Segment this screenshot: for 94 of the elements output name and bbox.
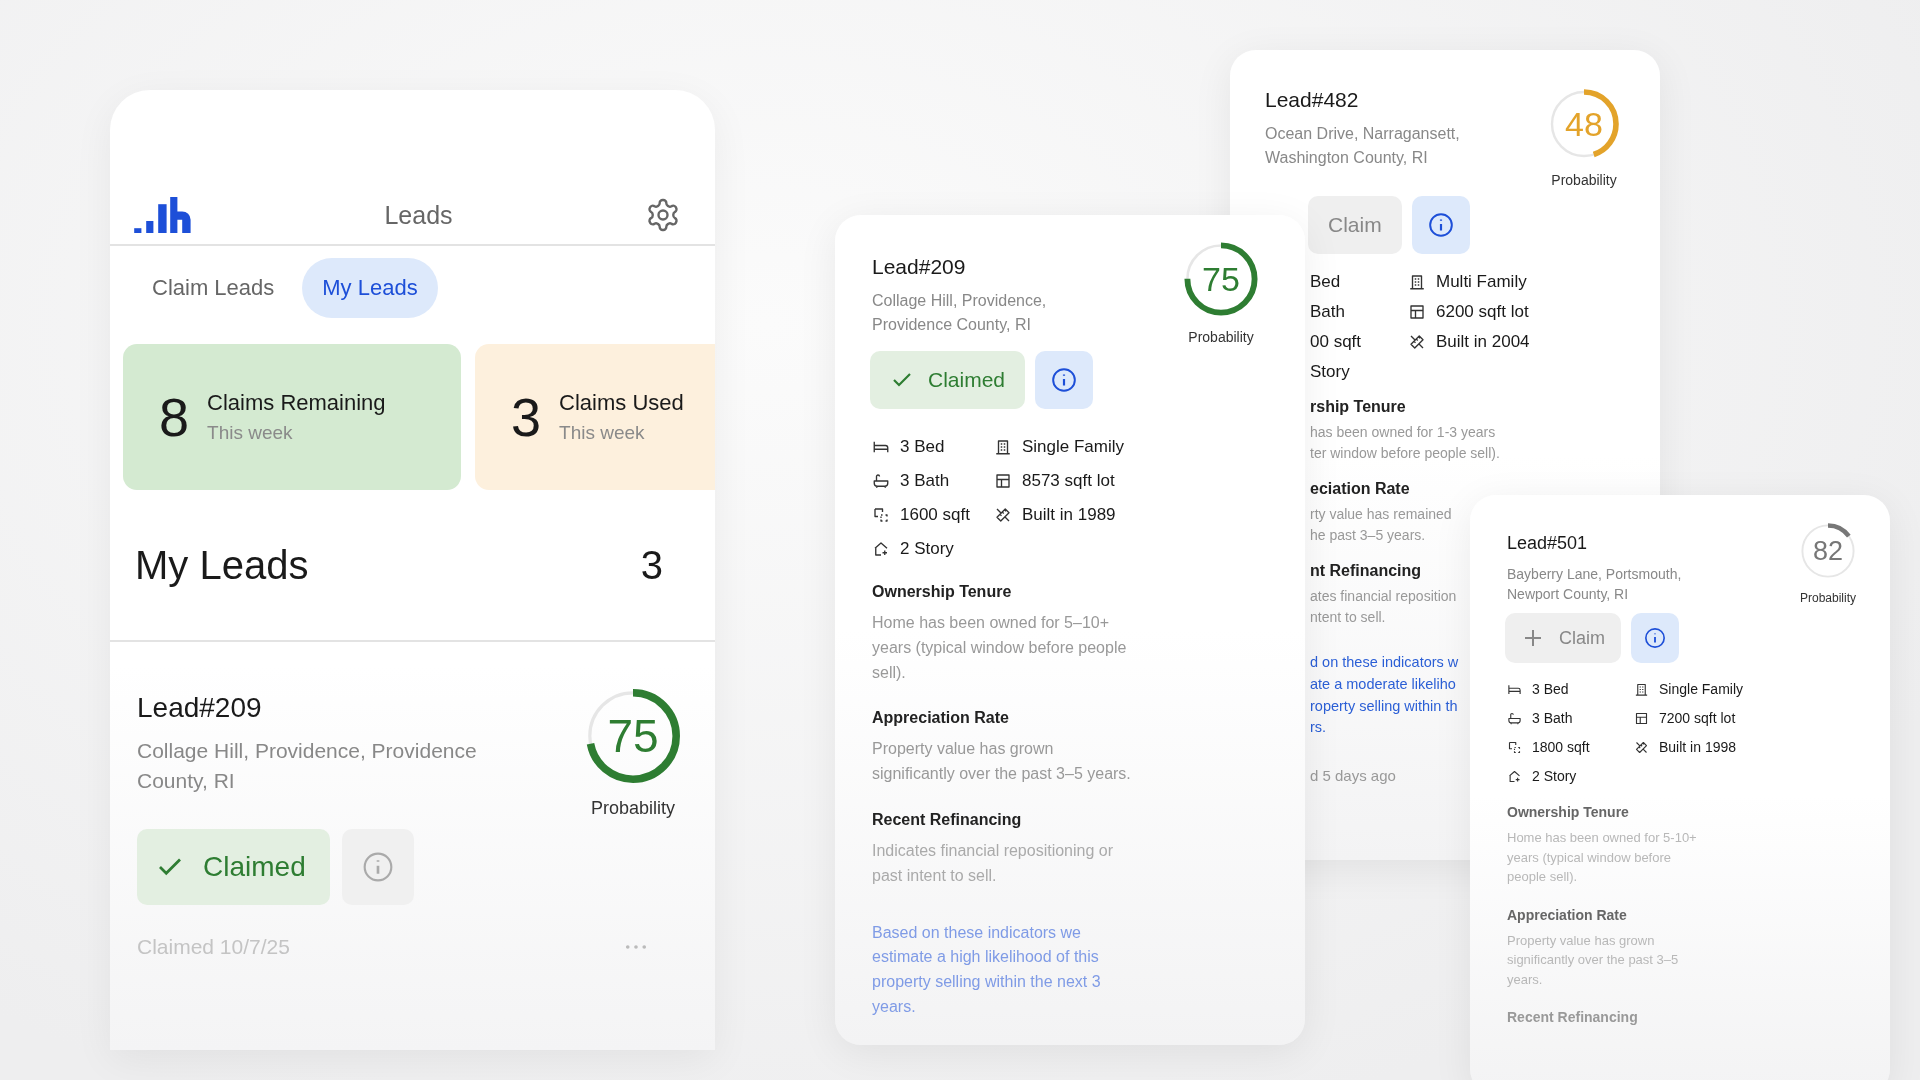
- settings-icon[interactable]: [645, 197, 681, 233]
- lead-title: Lead#209: [872, 255, 967, 279]
- stat-value: 3: [511, 386, 542, 448]
- indicator-heading: Appreciation Rate: [872, 709, 1010, 728]
- floor-plan-icon: [1408, 303, 1426, 321]
- property-fact: 2 Story: [900, 539, 954, 559]
- info-icon: [1427, 212, 1454, 238]
- lead-count: 3: [640, 542, 663, 588]
- probability-value: 75: [607, 709, 659, 763]
- probability-label: Probability: [1800, 591, 1856, 605]
- probability-value: 82: [1812, 535, 1843, 567]
- property-fact: 00 sqft: [1310, 332, 1362, 352]
- property-fact: 3 Bath: [1532, 710, 1573, 726]
- bathtub-icon: [872, 472, 890, 490]
- property-fact: 1800 sqft: [1532, 739, 1590, 755]
- probability-value: 75: [1202, 259, 1240, 299]
- screen-title: Leads: [384, 200, 453, 230]
- claimed-button[interactable]: Claimed: [137, 829, 330, 905]
- ruler-icon: [1408, 333, 1426, 351]
- property-fact: Single Family: [1022, 437, 1125, 457]
- lead-title: Lead#209: [137, 692, 263, 724]
- building-icon: [1408, 273, 1426, 291]
- indicator-heading: Recent Refinancing: [872, 811, 1023, 829]
- property-fact: 7200 sqft lot: [1659, 710, 1736, 726]
- floor-plan-icon: [1634, 710, 1649, 726]
- stat-value: 8: [159, 386, 190, 448]
- property-fact: Multi Family: [1436, 272, 1527, 292]
- lead-address: Bayberry Lane, Portsmouth, Newport County, RI: [1507, 565, 1682, 605]
- info-button[interactable]: [1631, 613, 1679, 663]
- lead-address: Ocean Drive, Narragansett, Washington County, RI: [1265, 124, 1460, 168]
- indicator-heading: Appreciation Rate: [1507, 906, 1628, 923]
- property-fact: 3 Bath: [900, 471, 950, 491]
- property-fact: Story: [1310, 362, 1350, 382]
- info-button[interactable]: [1411, 196, 1470, 254]
- info-icon: [1644, 627, 1666, 649]
- bathtub-icon: [1507, 710, 1522, 726]
- indicator-text: Property value has grown significantly over the past 3–5 years.: [872, 739, 1132, 785]
- lead-title: Lead#501: [1507, 533, 1589, 554]
- section-title: My Leads: [135, 542, 309, 588]
- indicator-heading: eciation Rate: [1310, 480, 1411, 498]
- indicator-text: rty value has remained he past 3–5 years.: [1310, 505, 1452, 545]
- property-fact: 2 Story: [1532, 768, 1577, 784]
- summary-text: Based on these indicators we estimate a high likelihood of this property selling within the next 3 years.: [872, 922, 1102, 1017]
- claim-button[interactable]: Claim: [1308, 196, 1402, 254]
- property-fact: 3 Bed: [1532, 681, 1569, 697]
- probability-label: Probability: [1188, 329, 1254, 345]
- ruler-icon: [1634, 739, 1649, 755]
- lead-address: Collage Hill, Providence, Providence County, RI: [137, 738, 478, 795]
- indicator-heading: Ownership Tenure: [1507, 804, 1630, 820]
- tab[interactable]: Claim Leads: [132, 258, 295, 318]
- property-fact: 1600 sqft: [900, 505, 970, 525]
- tab[interactable]: My Leads: [302, 258, 438, 318]
- property-fact: 6200 sqft lot: [1436, 302, 1529, 322]
- property-fact: Single Family: [1659, 681, 1744, 697]
- indicator-text: Home has been owned for 5-10+ years (typical window before people sell).: [1507, 829, 1698, 886]
- floor-plan-icon: [994, 472, 1012, 490]
- indicator-heading: Ownership Tenure: [872, 583, 1013, 601]
- building-icon: [1634, 681, 1649, 697]
- lead-title: Lead#482: [1265, 88, 1360, 112]
- stat-subtitle: This week: [207, 422, 294, 444]
- stat-label: Claims Used: [559, 390, 684, 416]
- info-button[interactable]: [1035, 351, 1094, 409]
- lead-address: Collage Hill, Providence, Providence County, RI: [872, 291, 1047, 335]
- indicator-text: Home has been owned for 5–10+ years (typical window before people sell).: [872, 613, 1128, 683]
- indicator-heading: rship Tenure: [1310, 398, 1407, 416]
- house-icon: [872, 540, 890, 558]
- claim-button[interactable]: Claim: [1505, 613, 1621, 663]
- indicator-heading: nt Refinancing: [1310, 562, 1423, 580]
- indicator-text: Indicates financial repositioning or past intent to sell.: [872, 841, 1115, 886]
- property-fact: 8573 sqft lot: [1022, 471, 1115, 491]
- ruler-icon: [994, 506, 1012, 524]
- claimed-button[interactable]: Claimed: [870, 351, 1026, 409]
- building-icon: [994, 438, 1012, 456]
- indicator-heading: Recent Refinancing: [1507, 1009, 1639, 1025]
- info-icon: [1051, 367, 1078, 393]
- property-fact: Bath: [1310, 302, 1345, 322]
- indicator-text: Property value has grown significantly over the past 3–5 years.: [1507, 931, 1680, 989]
- house-icon: [1507, 768, 1522, 784]
- probability-label: Probability: [590, 798, 675, 819]
- property-fact: Built in 1998: [1659, 739, 1737, 755]
- claimed-time: d 5 days ago: [1310, 767, 1396, 784]
- property-fact: Built in 1989: [1022, 505, 1116, 525]
- logo-icon: [134, 197, 192, 233]
- property-fact: 3 Bed: [900, 437, 945, 457]
- indicator-text: has been owned for 1-3 years ter window before people sell).: [1310, 423, 1500, 463]
- property-fact: Bed: [1310, 272, 1341, 292]
- summary-text: d on these indicators w ate a moderate likeliho roperty selling within th rs.: [1310, 653, 1459, 738]
- probability-label: Probability: [1551, 172, 1617, 188]
- property-fact: Built in 2004: [1436, 332, 1530, 352]
- indicator-text: ates financial reposition ntent to sell.: [1310, 587, 1457, 627]
- probability-value: 48: [1565, 104, 1603, 144]
- stat-label: Claims Remaining: [207, 390, 386, 416]
- info-icon: [361, 851, 394, 883]
- stat-subtitle: This week: [559, 422, 646, 444]
